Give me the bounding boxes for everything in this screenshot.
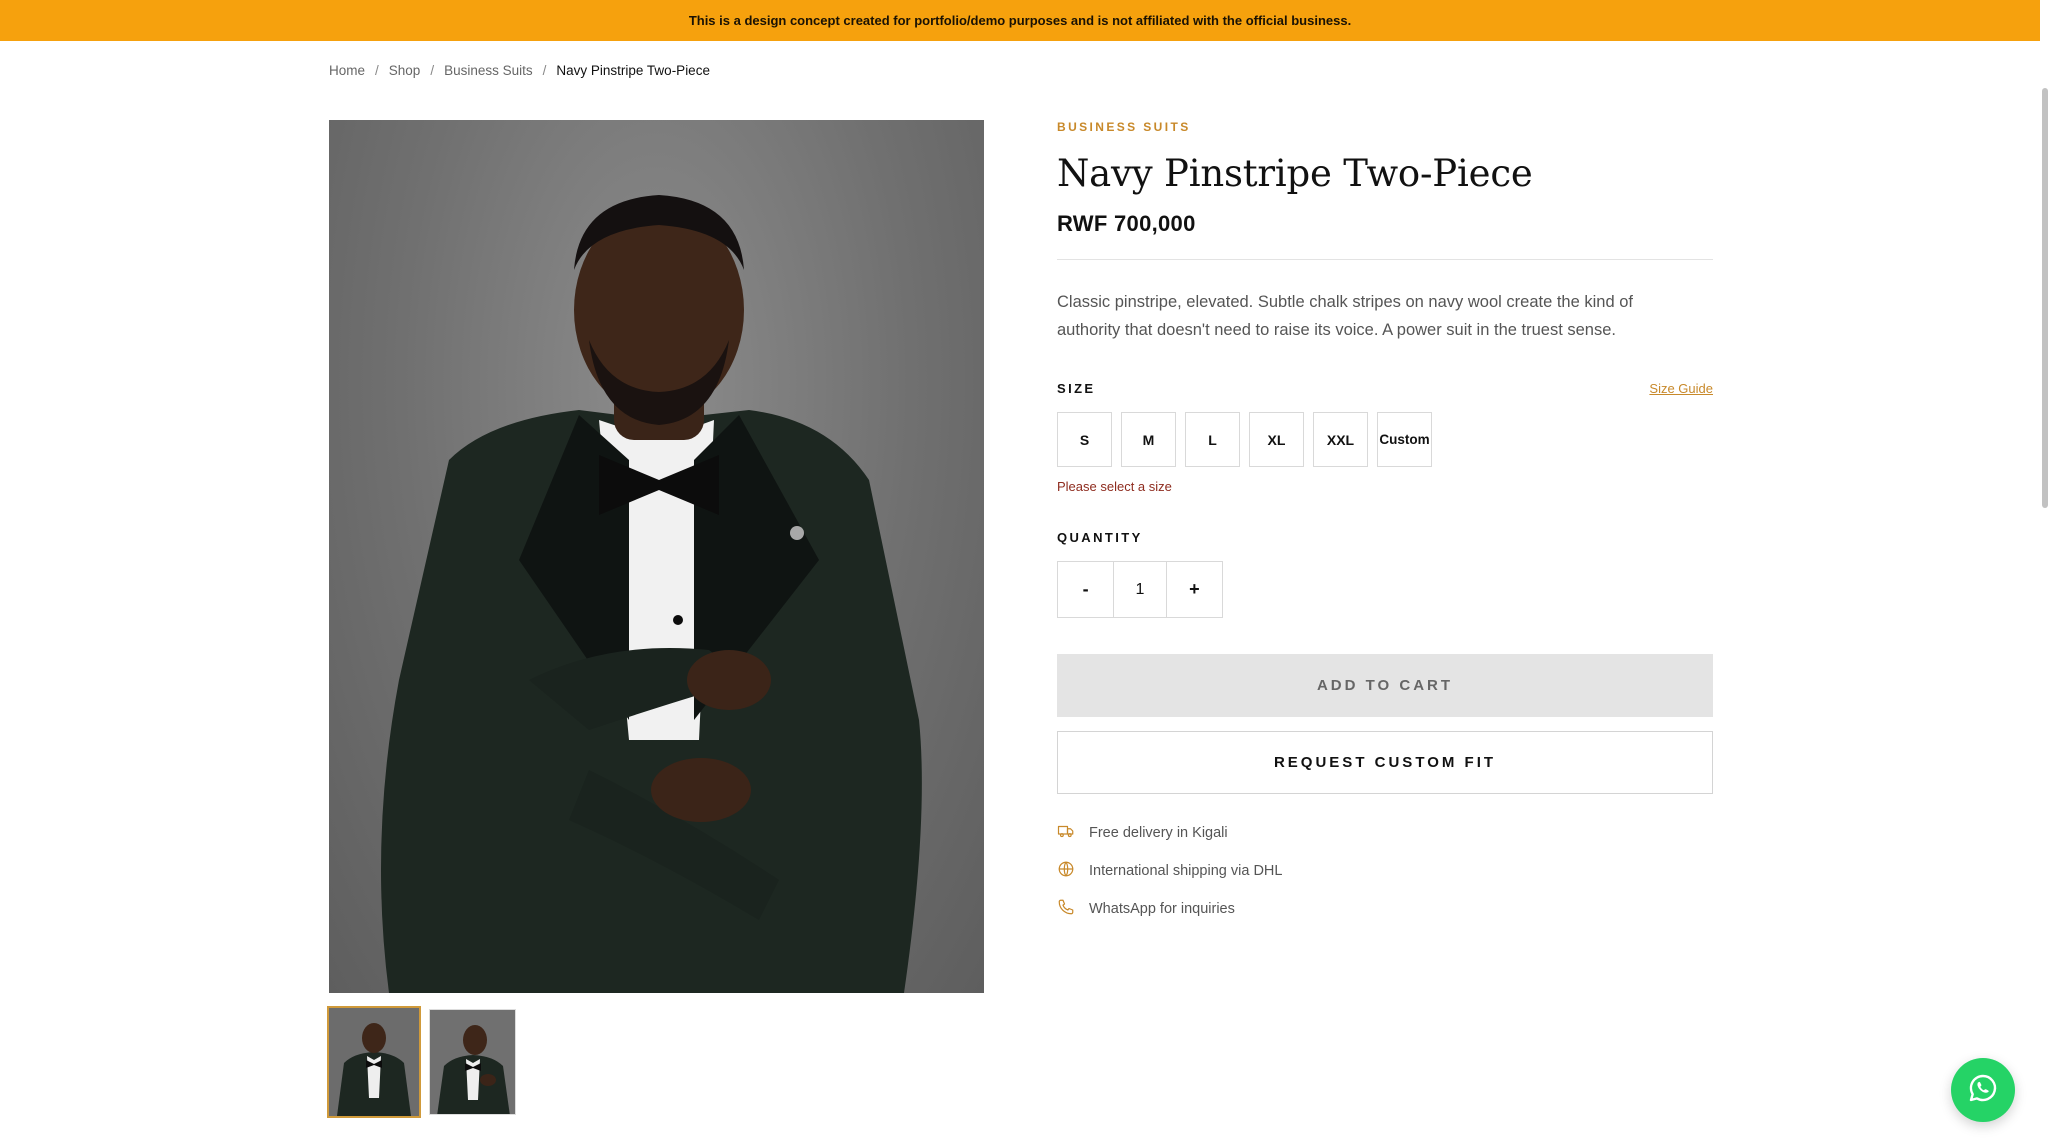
thumbnail-image bbox=[329, 1008, 419, 1116]
product-category[interactable]: BUSINESS SUITS bbox=[1057, 120, 1713, 134]
product-title: Navy Pinstripe Two-Piece bbox=[1057, 152, 1533, 195]
size-option-l[interactable]: L bbox=[1185, 412, 1240, 467]
feature-text: Free delivery in Kigali bbox=[1089, 825, 1228, 841]
banner-text: This is a design concept created for por… bbox=[688, 13, 1352, 28]
size-option-custom[interactable]: Custom bbox=[1377, 412, 1432, 467]
product-price: RWF 700,000 bbox=[1057, 211, 1196, 236]
quantity-increase-button[interactable]: + bbox=[1167, 562, 1222, 617]
request-custom-fit-button[interactable]: REQUEST CUSTOM FIT bbox=[1057, 731, 1713, 794]
feature-item: International shipping via DHL bbox=[1057, 860, 1713, 882]
breadcrumb-separator: / bbox=[430, 63, 435, 78]
product-description: Classic pinstripe, elevated. Subtle chal… bbox=[1057, 293, 1633, 339]
size-option-xl[interactable]: XL bbox=[1249, 412, 1304, 467]
globe-icon bbox=[1057, 860, 1075, 882]
size-guide-link[interactable]: Size Guide bbox=[1649, 381, 1713, 396]
product-info: BUSINESS SUITS Navy Pinstripe Two-Piece … bbox=[1057, 120, 1713, 920]
feature-item: Free delivery in Kigali bbox=[1057, 822, 1713, 844]
feature-text: WhatsApp for inquiries bbox=[1089, 901, 1235, 917]
breadcrumb-separator: / bbox=[375, 63, 379, 78]
model-in-suit-illustration bbox=[381, 195, 922, 993]
thumbnail-2[interactable] bbox=[429, 1009, 516, 1115]
product-main-image[interactable] bbox=[329, 120, 984, 993]
truck-icon bbox=[1057, 822, 1075, 844]
breadcrumb-separator: / bbox=[542, 63, 547, 78]
scrollbar-track[interactable] bbox=[2040, 0, 2048, 1148]
size-error-message: Please select a size bbox=[1057, 479, 1172, 494]
divider bbox=[1057, 259, 1713, 260]
add-to-cart-button[interactable]: ADD TO CART bbox=[1057, 654, 1713, 717]
feature-item: WhatsApp for inquiries bbox=[1057, 898, 1713, 920]
quantity-decrease-button[interactable]: - bbox=[1058, 562, 1113, 617]
breadcrumb-current: Navy Pinstripe Two-Piece bbox=[556, 63, 710, 78]
thumbnail-gallery bbox=[327, 1006, 516, 1118]
breadcrumb-shop-link[interactable]: Shop bbox=[389, 63, 421, 78]
size-label: SIZE bbox=[1057, 381, 1096, 396]
size-options: S M L XL XXL Custom bbox=[1057, 412, 1713, 467]
feature-text: International shipping via DHL bbox=[1089, 863, 1283, 879]
whatsapp-icon bbox=[1967, 1072, 1999, 1109]
feature-list: Free delivery in Kigali International sh… bbox=[1057, 822, 1713, 920]
quantity-label: QUANTITY bbox=[1057, 530, 1143, 545]
size-option-xxl[interactable]: XXL bbox=[1313, 412, 1368, 467]
breadcrumb-business-suits-link[interactable]: Business Suits bbox=[444, 63, 533, 78]
breadcrumb: Home / Shop / Business Suits / Navy Pins… bbox=[329, 63, 710, 78]
whatsapp-chat-button[interactable] bbox=[1951, 1058, 2015, 1122]
breadcrumb-home-link[interactable]: Home bbox=[329, 63, 365, 78]
quantity-stepper: - 1 + bbox=[1057, 561, 1223, 618]
scrollbar-thumb[interactable] bbox=[2042, 88, 2048, 508]
size-header: SIZE Size Guide bbox=[1057, 381, 1713, 396]
phone-icon bbox=[1057, 898, 1075, 920]
thumbnail-image bbox=[430, 1010, 515, 1114]
size-option-m[interactable]: M bbox=[1121, 412, 1176, 467]
thumbnail-1[interactable] bbox=[327, 1006, 421, 1118]
size-option-s[interactable]: S bbox=[1057, 412, 1112, 467]
quantity-value[interactable]: 1 bbox=[1113, 562, 1167, 617]
demo-disclaimer-banner: This is a design concept created for por… bbox=[0, 0, 2040, 41]
